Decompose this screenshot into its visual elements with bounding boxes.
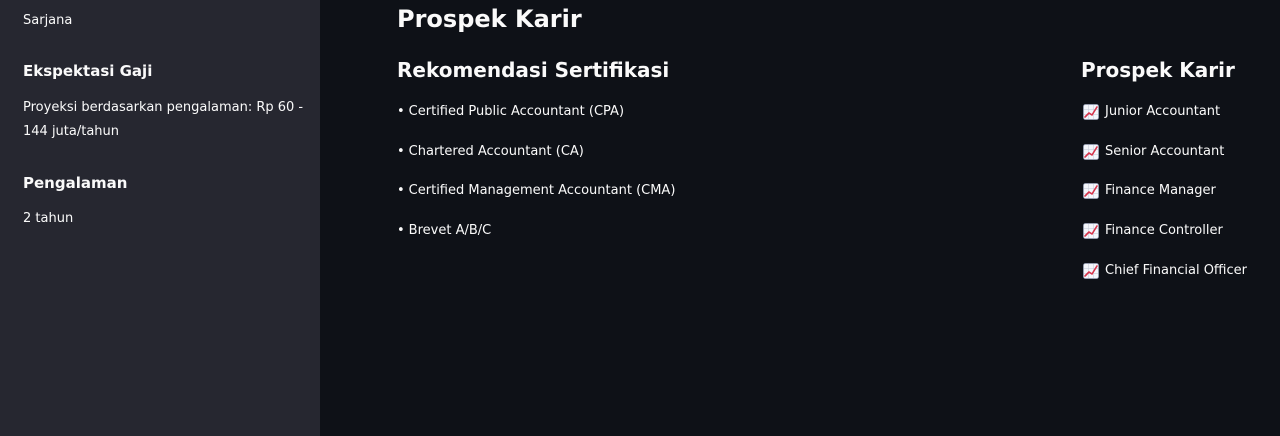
bullet-marker: • [397, 104, 405, 119]
certifications-heading: Rekomendasi Sertifikasi [397, 58, 670, 82]
chart-increasing-icon [1083, 183, 1099, 200]
certification-label: Chartered Accountant (CA) [408, 143, 584, 159]
bullet-marker: • [397, 143, 405, 159]
certifications-list: • Certified Public Accountant (CPA) • Chart… [397, 100, 675, 259]
career-list: Junior Accountant Senior Accountant Financ… [1083, 100, 1247, 298]
experience-heading: Pengalaman [23, 174, 128, 192]
page-title: Prospek Karir [397, 5, 582, 33]
career-label: Senior Accountant [1105, 143, 1225, 159]
chart-increasing-icon [1083, 223, 1099, 239]
career-item: Junior Accountant [1083, 100, 1247, 124]
chart-increasing-icon [1083, 143, 1099, 160]
experience-value: 2 tahun [23, 211, 74, 226]
career-heading: Prospek Karir [1081, 58, 1235, 82]
career-item: Finance Controller [1083, 219, 1247, 243]
certification-label: Certified Public Accountant (CPA) [408, 104, 625, 119]
career-item: Finance Manager [1083, 179, 1247, 203]
certification-item: • Brevet A/B/C [397, 219, 675, 243]
career-label: Junior Accountant [1105, 104, 1221, 119]
education-value: Sarjana [23, 13, 73, 28]
certification-label: Brevet A/B/C [408, 223, 492, 239]
salary-projection-line2: 144 juta/tahun [23, 124, 120, 139]
salary-projection-line1: Proyeksi berdasarkan pengalaman: Rp 60 - [23, 100, 304, 115]
career-item: Chief Financial Officer [1083, 259, 1247, 283]
bullet-marker: • [397, 223, 405, 239]
career-label: Finance Controller [1105, 223, 1223, 239]
career-label: Finance Manager [1105, 183, 1216, 199]
chart-increasing-icon [1083, 104, 1099, 120]
certification-item: • Certified Public Accountant (CPA) [397, 100, 675, 124]
sidebar: Sarjana Ekspektasi Gaji Proyeksi berdasa… [0, 0, 320, 436]
certification-label: Certified Management Accountant (CMA) [408, 183, 676, 199]
career-label: Chief Financial Officer [1105, 262, 1247, 278]
salary-heading: Ekspektasi Gaji [23, 62, 153, 80]
bullet-marker: • [397, 183, 405, 199]
main-content: Prospek Karir Rekomendasi Sertifikasi • C… [320, 0, 1280, 436]
app: Sarjana Ekspektasi Gaji Proyeksi berdasa… [0, 0, 1280, 436]
certification-item: • Chartered Accountant (CA) [397, 140, 675, 164]
certification-item: • Certified Management Accountant (CMA) [397, 179, 675, 203]
chart-increasing-icon [1083, 262, 1099, 279]
career-item: Senior Accountant [1083, 140, 1247, 164]
